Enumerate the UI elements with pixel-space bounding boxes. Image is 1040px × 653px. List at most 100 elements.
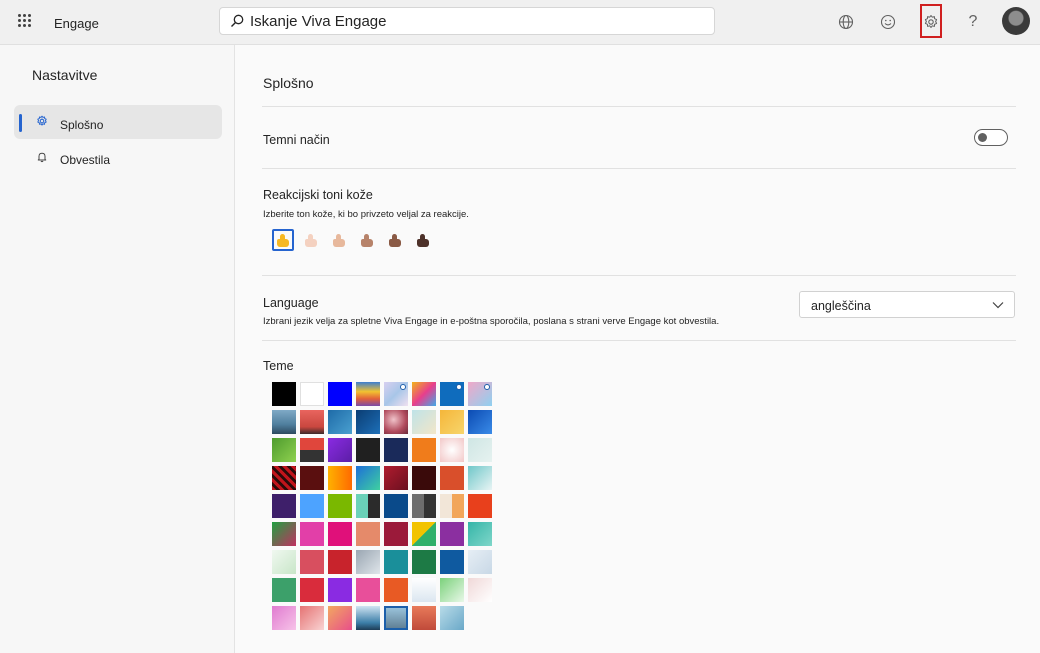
theme-tile[interactable] bbox=[468, 410, 492, 434]
theme-tile[interactable] bbox=[440, 578, 464, 602]
theme-tile[interactable] bbox=[272, 578, 296, 602]
theme-tile[interactable] bbox=[272, 606, 296, 630]
theme-tile[interactable] bbox=[328, 494, 352, 518]
theme-tile[interactable] bbox=[384, 522, 408, 546]
waffle-icon[interactable] bbox=[18, 14, 32, 28]
theme-tile[interactable] bbox=[356, 410, 380, 434]
theme-tile[interactable] bbox=[384, 578, 408, 602]
theme-tile[interactable] bbox=[328, 466, 352, 490]
theme-tile[interactable] bbox=[440, 494, 464, 518]
theme-tile[interactable] bbox=[468, 438, 492, 462]
theme-tile[interactable] bbox=[468, 494, 492, 518]
theme-tile[interactable] bbox=[356, 494, 380, 518]
theme-tile[interactable] bbox=[468, 382, 492, 406]
theme-tile[interactable] bbox=[300, 550, 324, 574]
help-icon[interactable]: ? bbox=[962, 11, 984, 33]
skin-tone-description: Izberite ton kože, ki bo privzeto veljal… bbox=[263, 209, 469, 220]
theme-tile[interactable] bbox=[328, 550, 352, 574]
theme-tile[interactable] bbox=[412, 578, 436, 602]
theme-tile[interactable] bbox=[468, 522, 492, 546]
theme-tile[interactable] bbox=[412, 606, 436, 630]
theme-tile[interactable] bbox=[356, 606, 380, 630]
skin-tone-option[interactable] bbox=[412, 229, 434, 251]
theme-tile[interactable] bbox=[328, 410, 352, 434]
dark-mode-toggle[interactable] bbox=[974, 129, 1008, 146]
app-name[interactable]: Engage bbox=[54, 16, 99, 31]
theme-tile[interactable] bbox=[300, 466, 324, 490]
globe-icon[interactable] bbox=[835, 11, 857, 33]
search-box[interactable] bbox=[219, 7, 715, 35]
skin-tone-option[interactable] bbox=[272, 229, 294, 251]
theme-tile[interactable] bbox=[328, 522, 352, 546]
theme-tile[interactable] bbox=[300, 438, 324, 462]
sidebar-item-general[interactable]: Splošno bbox=[14, 105, 222, 139]
theme-tile[interactable] bbox=[412, 466, 436, 490]
theme-tile[interactable] bbox=[384, 438, 408, 462]
theme-tile[interactable] bbox=[440, 410, 464, 434]
skin-tone-label: Reakcijski toni kože bbox=[263, 188, 373, 202]
theme-tile[interactable] bbox=[328, 438, 352, 462]
theme-tile[interactable] bbox=[328, 578, 352, 602]
theme-tile[interactable] bbox=[356, 522, 380, 546]
sidebar-item-label: Splošno bbox=[60, 118, 104, 132]
theme-tile[interactable] bbox=[272, 438, 296, 462]
sidebar-item-notifications[interactable]: Obvestila bbox=[14, 141, 222, 175]
gear-icon[interactable] bbox=[920, 11, 942, 33]
theme-tile[interactable] bbox=[356, 438, 380, 462]
theme-tile[interactable] bbox=[272, 494, 296, 518]
theme-tile[interactable] bbox=[356, 382, 380, 406]
theme-tile[interactable] bbox=[272, 466, 296, 490]
theme-tile[interactable] bbox=[440, 522, 464, 546]
settings-panel: Splošno Temni način Reakcijski toni kože… bbox=[235, 45, 1040, 653]
theme-tile[interactable] bbox=[440, 606, 464, 630]
theme-tile[interactable] bbox=[412, 550, 436, 574]
search-input[interactable] bbox=[250, 11, 690, 31]
divider bbox=[262, 275, 1016, 276]
theme-tile[interactable] bbox=[384, 606, 408, 630]
thumbs-up-icon bbox=[277, 233, 289, 247]
theme-tile[interactable] bbox=[272, 550, 296, 574]
bell-icon bbox=[37, 152, 47, 163]
theme-tile[interactable] bbox=[412, 410, 436, 434]
theme-tile[interactable] bbox=[468, 578, 492, 602]
theme-tile[interactable] bbox=[300, 410, 324, 434]
theme-tile[interactable] bbox=[300, 606, 324, 630]
theme-tile[interactable] bbox=[272, 410, 296, 434]
theme-tile[interactable] bbox=[412, 494, 436, 518]
skin-tone-option[interactable] bbox=[384, 229, 406, 251]
animated-indicator-icon bbox=[456, 384, 462, 390]
theme-tile[interactable] bbox=[384, 494, 408, 518]
theme-tile[interactable] bbox=[384, 382, 408, 406]
skin-tone-option[interactable] bbox=[356, 229, 378, 251]
theme-tile[interactable] bbox=[272, 522, 296, 546]
skin-tone-option[interactable] bbox=[300, 229, 322, 251]
theme-tile[interactable] bbox=[440, 550, 464, 574]
theme-tile[interactable] bbox=[440, 438, 464, 462]
theme-tile[interactable] bbox=[356, 550, 380, 574]
theme-tile[interactable] bbox=[300, 494, 324, 518]
theme-tile[interactable] bbox=[412, 438, 436, 462]
theme-tile[interactable] bbox=[384, 466, 408, 490]
theme-tile[interactable] bbox=[384, 410, 408, 434]
theme-tile[interactable] bbox=[328, 382, 352, 406]
theme-tile[interactable] bbox=[440, 382, 464, 406]
theme-tile[interactable] bbox=[300, 522, 324, 546]
theme-tile[interactable] bbox=[440, 466, 464, 490]
skin-tone-option[interactable] bbox=[328, 229, 350, 251]
top-bar: Engage ? bbox=[0, 0, 1040, 45]
theme-tile[interactable] bbox=[356, 578, 380, 602]
theme-tile[interactable] bbox=[272, 382, 296, 406]
theme-tile[interactable] bbox=[328, 606, 352, 630]
theme-tile[interactable] bbox=[300, 382, 324, 406]
language-dropdown[interactable]: angleščina bbox=[799, 291, 1015, 318]
theme-tile[interactable] bbox=[300, 578, 324, 602]
theme-tile[interactable] bbox=[412, 522, 436, 546]
theme-tile[interactable] bbox=[356, 466, 380, 490]
smiley-icon[interactable] bbox=[877, 11, 899, 33]
theme-tile[interactable] bbox=[468, 550, 492, 574]
avatar[interactable] bbox=[1002, 7, 1030, 35]
theme-tile[interactable] bbox=[384, 550, 408, 574]
theme-tile[interactable] bbox=[412, 382, 436, 406]
toggle-knob bbox=[978, 133, 987, 142]
theme-tile[interactable] bbox=[468, 466, 492, 490]
